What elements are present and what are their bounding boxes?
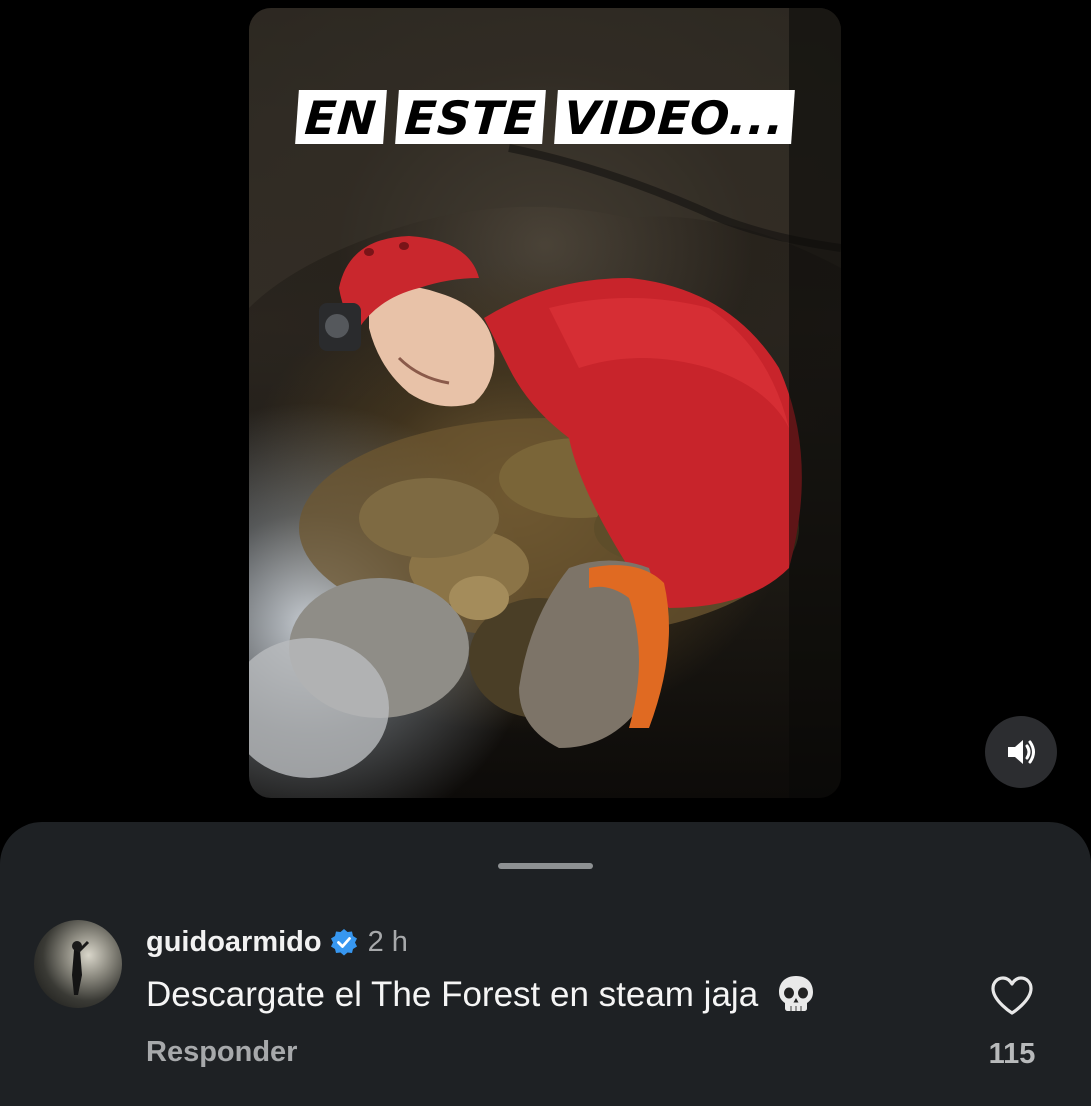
- like-count: 115: [988, 1038, 1036, 1070]
- avatar[interactable]: [34, 920, 122, 1008]
- username[interactable]: guidoarmido: [146, 926, 322, 959]
- like-button[interactable]: [988, 972, 1036, 1020]
- comment-timestamp: 2 h: [367, 925, 408, 958]
- video-caption: EN ESTE VIDEO...: [295, 90, 796, 145]
- comments-sheet: guidoarmido 2 h Descargate el The Forest…: [0, 822, 1091, 1106]
- sheet-drag-handle[interactable]: [498, 863, 593, 869]
- skull-emoji-icon: [774, 973, 818, 1017]
- comment-text: Descargate el The Forest en steam jaja: [146, 975, 759, 1014]
- verified-badge-icon: [330, 928, 358, 956]
- caption-word: ESTE: [395, 90, 547, 145]
- comment-body: Descargate el The Forest en steam jaja: [146, 972, 818, 1018]
- reply-button[interactable]: Responder: [146, 1036, 297, 1069]
- video-player[interactable]: EN ESTE VIDEO...: [249, 8, 841, 798]
- caption-word: VIDEO...: [554, 90, 796, 145]
- caption-word: EN: [295, 90, 387, 145]
- avatar-image: [72, 940, 90, 995]
- speaker-muted-icon: [1008, 740, 1035, 764]
- page: EN ESTE VIDEO... guidoarmido 2 h Descarg…: [0, 0, 1091, 1106]
- heart-outline-icon: [991, 976, 1033, 1015]
- comment-header: guidoarmido 2 h: [146, 922, 408, 962]
- mute-button[interactable]: [985, 716, 1057, 788]
